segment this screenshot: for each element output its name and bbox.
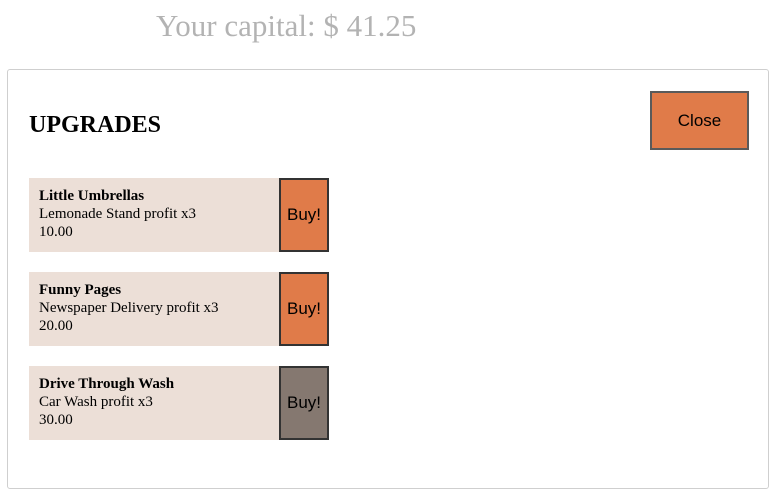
upgrade-item-little-umbrellas: Little Umbrellas Lemonade Stand profit x… bbox=[29, 178, 329, 252]
upgrade-cost: 20.00 bbox=[39, 318, 73, 334]
upgrade-name: Drive Through Wash bbox=[39, 376, 175, 392]
dialog-title: UPGRADES bbox=[29, 112, 162, 138]
upgrade-cost: 30.00 bbox=[39, 412, 73, 428]
upgrade-info: Drive Through Wash Car Wash profit x3 30… bbox=[29, 366, 279, 440]
upgrade-name: Little Umbrellas bbox=[39, 188, 145, 204]
buy-button-funny-pages[interactable]: Buy! bbox=[279, 272, 329, 346]
upgrade-description: Newspaper Delivery profit x3 bbox=[39, 300, 219, 316]
upgrade-name: Funny Pages bbox=[39, 282, 122, 298]
upgrade-info: Little Umbrellas Lemonade Stand profit x… bbox=[29, 178, 279, 252]
upgrade-description: Lemonade Stand profit x3 bbox=[39, 206, 197, 222]
upgrade-description: Car Wash profit x3 bbox=[39, 394, 153, 410]
close-button[interactable]: Close bbox=[650, 91, 749, 150]
upgrade-cost: 10.00 bbox=[39, 224, 73, 240]
buy-button-little-umbrellas[interactable]: Buy! bbox=[279, 178, 329, 252]
upgrade-item-drive-through-wash: Drive Through Wash Car Wash profit x3 30… bbox=[29, 366, 329, 440]
upgrade-info: Funny Pages Newspaper Delivery profit x3… bbox=[29, 272, 279, 346]
buy-button-drive-through-wash[interactable]: Buy! bbox=[279, 366, 329, 440]
upgrades-dialog: UPGRADES Close Little Umbrellas Lemonade… bbox=[7, 69, 769, 489]
upgrade-item-funny-pages: Funny Pages Newspaper Delivery profit x3… bbox=[29, 272, 329, 346]
capital-display: Your capital: $ 41.25 bbox=[156, 8, 417, 43]
